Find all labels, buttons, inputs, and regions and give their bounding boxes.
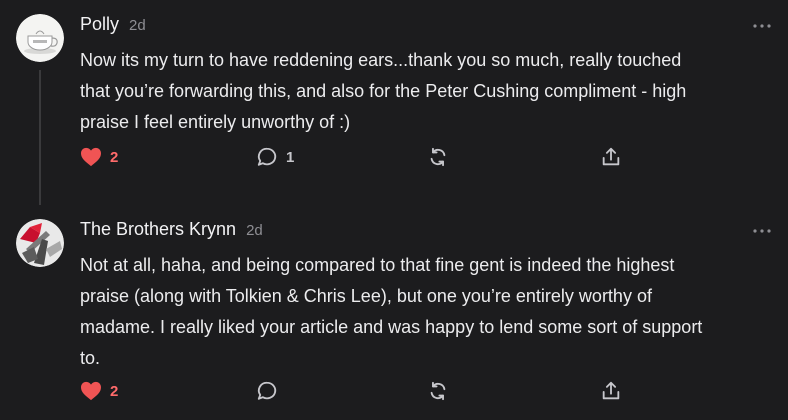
share-icon (600, 146, 622, 168)
comment-line: madame. I really liked your article and … (80, 317, 703, 337)
like-button[interactable]: 2 (80, 379, 118, 403)
author-name[interactable]: The Brothers Krynn (80, 219, 236, 240)
comment-line: that you’re forwarding this, and also fo… (80, 81, 687, 101)
comment-icon (256, 380, 278, 402)
comment-body: Not at all, haha, and being compared to … (80, 250, 780, 374)
restack-icon (427, 146, 449, 168)
avatar[interactable] (16, 219, 64, 267)
heart-icon (80, 381, 102, 401)
comment-age: 2d (246, 222, 263, 239)
reply-button[interactable] (256, 379, 278, 403)
comment-line: praise (along with Tolkien & Chris Lee),… (80, 286, 652, 306)
comment-body: Now its my turn to have reddening ears..… (80, 45, 780, 138)
avatar[interactable] (16, 14, 64, 62)
comment-thread: Polly 2d Now its my turn to have reddeni… (0, 0, 788, 420)
comment-line: Not at all, haha, and being compared to … (80, 255, 675, 275)
share-button[interactable] (600, 379, 622, 403)
like-button[interactable]: 2 (80, 145, 118, 169)
share-button[interactable] (600, 145, 622, 169)
comment-header: The Brothers Krynn 2d (80, 219, 263, 247)
restack-button[interactable] (427, 145, 449, 169)
thread-line (39, 70, 41, 205)
like-count: 2 (110, 148, 119, 166)
restack-button[interactable] (427, 379, 449, 403)
reply-count: 1 (286, 148, 295, 166)
comment-line: Now its my turn to have reddening ears..… (80, 50, 682, 70)
share-icon (600, 380, 622, 402)
more-dots-icon[interactable] (750, 16, 774, 36)
comment-header: Polly 2d (80, 14, 146, 42)
comment-age: 2d (129, 17, 146, 34)
restack-icon (427, 380, 449, 402)
reply-button[interactable]: 1 (256, 145, 294, 169)
comment-icon (256, 146, 278, 168)
like-count: 2 (110, 382, 119, 400)
more-dots-icon[interactable] (750, 221, 774, 241)
comment-line: to. (80, 348, 101, 368)
author-name[interactable]: Polly (80, 14, 119, 35)
comment-line: praise I feel entirely unworthy of :) (80, 112, 351, 132)
heart-icon (80, 147, 102, 167)
